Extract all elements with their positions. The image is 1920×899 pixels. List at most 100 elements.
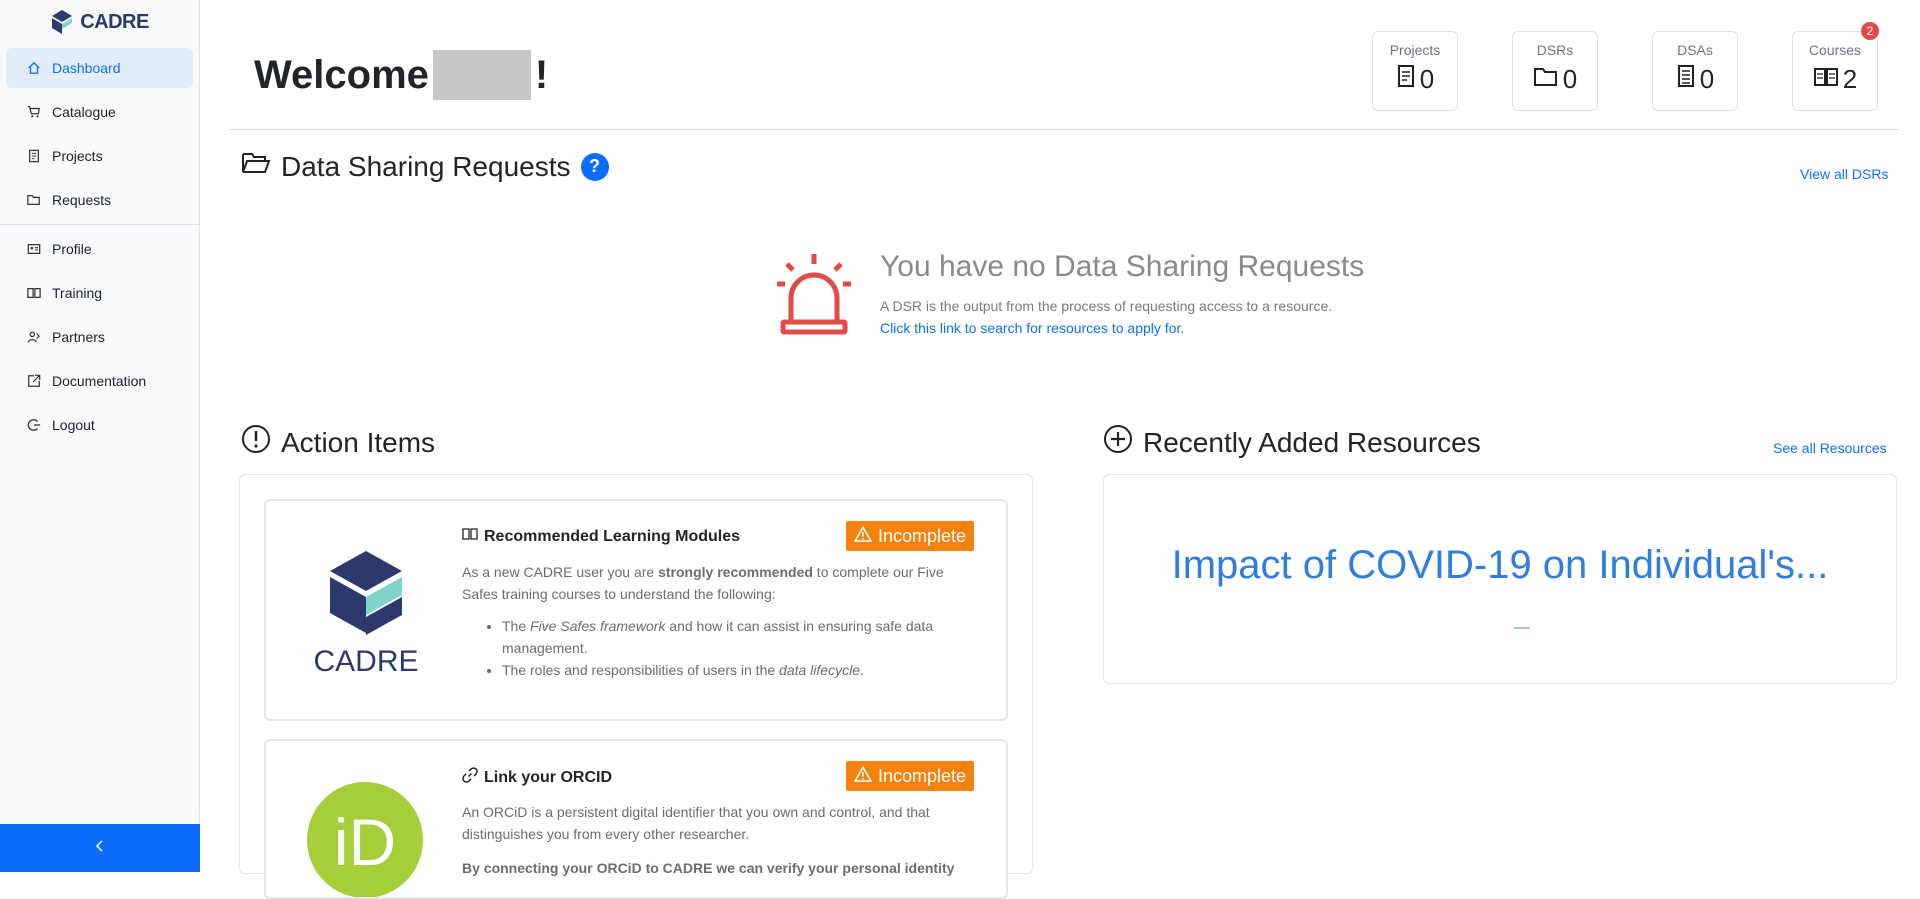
welcome-heading: Welcome !: [254, 50, 548, 100]
stat-label: DSAs: [1677, 42, 1713, 58]
cart-icon: [26, 105, 42, 119]
sidebar: CADRE Dashboard Catalogue Projects Reque…: [0, 0, 200, 872]
sidebar-item-dashboard[interactable]: Dashboard: [6, 48, 193, 88]
status-badge: Incomplete: [845, 521, 974, 551]
folder-open-icon: [241, 150, 271, 183]
status-text: Incomplete: [877, 765, 966, 786]
card-title-text: Link your ORCID: [484, 768, 613, 786]
card-intro: As a new CADRE user you are strongly rec…: [462, 564, 944, 602]
status-text: Incomplete: [877, 525, 966, 546]
sidebar-item-label: Partners: [52, 329, 105, 345]
external-doc-icon: [26, 374, 42, 388]
stat-projects[interactable]: Projects 0: [1372, 31, 1458, 111]
sidebar-item-label: Profile: [52, 241, 92, 257]
status-badge: Incomplete: [845, 761, 974, 791]
logout-icon: [26, 418, 42, 432]
card-note: By connecting your ORCiD to CADRE we can…: [462, 860, 955, 876]
brand-name: CADRE: [80, 10, 149, 33]
section-heading: Data Sharing Requests: [281, 150, 571, 182]
resource-title-link[interactable]: Impact of COVID-19 on Individual's...: [1104, 543, 1896, 588]
view-all-dsrs-link[interactable]: View all DSRs: [1800, 166, 1888, 182]
cadre-logo-icon: CADRE: [306, 545, 426, 685]
sidebar-item-label: Documentation: [52, 373, 147, 389]
stat-label: DSRs: [1536, 42, 1574, 58]
redacted-username: [432, 50, 531, 100]
dashboard-header: Welcome ! Projects 0 DSRs 0 DSAs 0 2 Cou…: [228, 0, 1900, 130]
section-heading: Action Items: [281, 426, 436, 458]
sidebar-item-documentation[interactable]: Documentation: [6, 361, 193, 401]
home-icon: [26, 61, 42, 75]
cadre-logo-icon: [52, 10, 73, 34]
project-icon: [26, 149, 42, 163]
card-body: An ORCiD is a persistent digital identif…: [462, 801, 982, 879]
stat-value: 0: [1562, 64, 1578, 94]
main-content: Welcome ! Projects 0 DSRs 0 DSAs 0 2 Cou…: [200, 0, 1920, 899]
card-title-text: Recommended Learning Modules: [484, 527, 741, 545]
sidebar-item-label: Projects: [52, 148, 103, 164]
card-body: As a new CADRE user you are strongly rec…: [462, 561, 982, 681]
action-items-panel: CADRE Recommended Learning Modules Incom…: [239, 474, 1033, 899]
search-resources-link[interactable]: Click this link to search for resources …: [880, 320, 1184, 336]
project-icon: [1396, 64, 1416, 95]
learning-objectives-list: The Five Safes framework and how it can …: [502, 615, 982, 681]
action-card-learning[interactable]: CADRE Recommended Learning Modules Incom…: [264, 499, 1008, 721]
empty-state-description: A DSR is the output from the process of …: [880, 298, 1333, 314]
welcome-prefix: Welcome: [254, 52, 429, 97]
folder-icon: [26, 193, 42, 207]
list-item: The roles and responsibilities of users …: [502, 659, 982, 681]
stat-value: 2: [1842, 64, 1858, 94]
chevron-left-icon: [95, 839, 105, 857]
empty-state-title: You have no Data Sharing Requests: [880, 250, 1365, 283]
warning-triangle-icon: [853, 765, 873, 787]
stat-label: Courses: [1808, 42, 1862, 58]
sidebar-item-label: Logout: [52, 417, 95, 433]
sidebar-item-label: Training: [52, 285, 103, 301]
sidebar-item-partners[interactable]: Partners: [6, 317, 193, 357]
svg-text:iD: iD: [334, 805, 396, 879]
exclamation-circle-icon: [241, 424, 271, 461]
book-icon: [26, 286, 42, 300]
resources-section-title: Recently Added Resources: [1103, 424, 1481, 461]
action-items-title: Action Items: [241, 424, 435, 461]
sidebar-collapse-button[interactable]: [0, 824, 200, 872]
card-title: Recommended Learning Modules: [462, 527, 740, 546]
sidebar-item-label: Catalogue: [52, 104, 116, 120]
list-item: The Five Safes framework and how it can …: [502, 615, 982, 659]
stat-value: 0: [1419, 64, 1435, 94]
stat-dsas[interactable]: DSAs 0: [1652, 31, 1738, 111]
sidebar-item-label: Requests: [52, 192, 112, 208]
sidebar-item-requests[interactable]: Requests: [6, 180, 193, 220]
sidebar-item-catalogue[interactable]: Catalogue: [6, 92, 193, 132]
dsr-section-title: Data Sharing Requests ?: [241, 150, 609, 183]
warning-triangle-icon: [853, 525, 873, 547]
see-all-resources-link[interactable]: See all Resources: [1773, 440, 1887, 456]
profile-icon: [26, 242, 42, 256]
stat-value: 0: [1699, 64, 1715, 94]
notification-badge: 2: [1861, 22, 1879, 40]
plus-circle-icon: [1103, 424, 1133, 461]
sidebar-divider: [0, 224, 199, 225]
book-open-icon: [462, 527, 478, 546]
book-icon: [1813, 64, 1839, 95]
section-heading: Recently Added Resources: [1143, 426, 1481, 458]
alarm-icon: [775, 250, 853, 341]
brand-logo[interactable]: CADRE: [0, 0, 199, 44]
svg-text:CADRE: CADRE: [313, 645, 418, 678]
partners-icon: [26, 330, 42, 344]
sidebar-item-profile[interactable]: Profile: [6, 229, 193, 269]
agreement-icon: [1676, 64, 1696, 95]
resource-card[interactable]: Impact of COVID-19 on Individual's...: [1103, 474, 1897, 684]
welcome-suffix: !: [534, 52, 549, 97]
card-intro: An ORCiD is a persistent digital identif…: [462, 804, 930, 842]
folder-icon: [1533, 64, 1559, 95]
dsr-empty-state: You have no Data Sharing Requests A DSR …: [775, 250, 1475, 350]
stat-dsrs[interactable]: DSRs 0: [1512, 31, 1598, 111]
help-button[interactable]: ?: [580, 152, 609, 181]
sidebar-item-projects[interactable]: Projects: [6, 136, 193, 176]
sidebar-item-logout[interactable]: Logout: [6, 405, 193, 445]
action-card-orcid[interactable]: iD Link your ORCID Incomplete An ORCiD i…: [264, 739, 1008, 899]
stat-courses[interactable]: 2 Courses 2: [1792, 22, 1879, 111]
stat-label: Projects: [1389, 42, 1441, 58]
sidebar-item-training[interactable]: Training: [6, 273, 193, 313]
sidebar-item-label: Dashboard: [52, 60, 121, 76]
